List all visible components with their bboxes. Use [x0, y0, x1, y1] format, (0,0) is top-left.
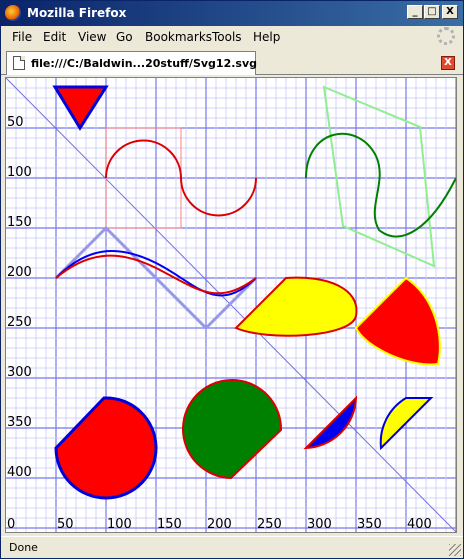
y-axis-label: 150 [7, 215, 32, 230]
menu-view[interactable]: View [78, 30, 106, 44]
browser-window: Mozilla Firefox _ □ X File Edit View Go … [0, 0, 464, 559]
tab-bar: file:///C:/Baldwin...20stuff/Svg12.svg [1, 48, 463, 75]
x-axis-label: 350 [357, 517, 382, 532]
yellow-lobe [234, 276, 358, 337]
minimize-button[interactable]: _ [407, 5, 423, 19]
resize-grip[interactable] [449, 544, 461, 556]
menu-go[interactable]: Go [116, 30, 133, 44]
title-bar[interactable]: Mozilla Firefox _ □ X [1, 1, 463, 26]
menu-bookmarks[interactable]: Bookmarks [145, 30, 212, 44]
status-text: Done [9, 541, 38, 554]
x-axis-label: 400 [407, 517, 432, 532]
green-s-curve [305, 132, 456, 238]
y-axis-label: 200 [7, 265, 32, 280]
red-circle-sector [54, 396, 158, 500]
page-icon [13, 56, 25, 70]
x-axis-label: 250 [257, 517, 282, 532]
window-title: Mozilla Firefox [27, 6, 127, 20]
close-tab-button[interactable]: X [441, 56, 455, 70]
y-axis-label: 50 [7, 115, 24, 130]
tab-svg12[interactable]: file:///C:/Baldwin...20stuff/Svg12.svg [6, 51, 257, 75]
triangle-shape [52, 85, 109, 131]
status-bar: Done [1, 536, 463, 558]
y-axis-label: 300 [7, 365, 32, 380]
menu-bar: File Edit View Go Bookmarks Tools Help [1, 27, 463, 47]
x-axis-label: 100 [107, 517, 132, 532]
y-axis-label: 250 [7, 315, 32, 330]
y-axis-label: 100 [7, 165, 32, 180]
x-axis-label: 200 [207, 517, 232, 532]
firefox-icon [5, 5, 21, 21]
red-lobe [354, 276, 441, 366]
close-button[interactable]: X [442, 5, 458, 19]
y-axis-label: 400 [7, 465, 32, 480]
menu-tools[interactable]: Tools [212, 30, 242, 44]
menu-file[interactable]: File [12, 30, 32, 44]
maximize-button[interactable]: □ [424, 5, 440, 19]
tab-label: file:///C:/Baldwin...20stuff/Svg12.svg [31, 57, 257, 70]
svg-canvas: 0 50 100 150 200 250 300 350 400 50 100 150 200 250 30… [6, 78, 456, 532]
x-axis-label: 150 [157, 517, 182, 532]
x-axis-label: 50 [57, 517, 74, 532]
x-axis-label: 0 [7, 517, 15, 532]
svg-viewport[interactable]: 0 50 100 150 200 250 300 350 400 50 100 150 200 250 30… [5, 77, 457, 533]
x-axis-label: 300 [307, 517, 332, 532]
menu-help[interactable]: Help [253, 30, 280, 44]
y-axis-label: 350 [7, 415, 32, 430]
throbber-icon [437, 27, 455, 45]
menu-edit[interactable]: Edit [43, 30, 66, 44]
